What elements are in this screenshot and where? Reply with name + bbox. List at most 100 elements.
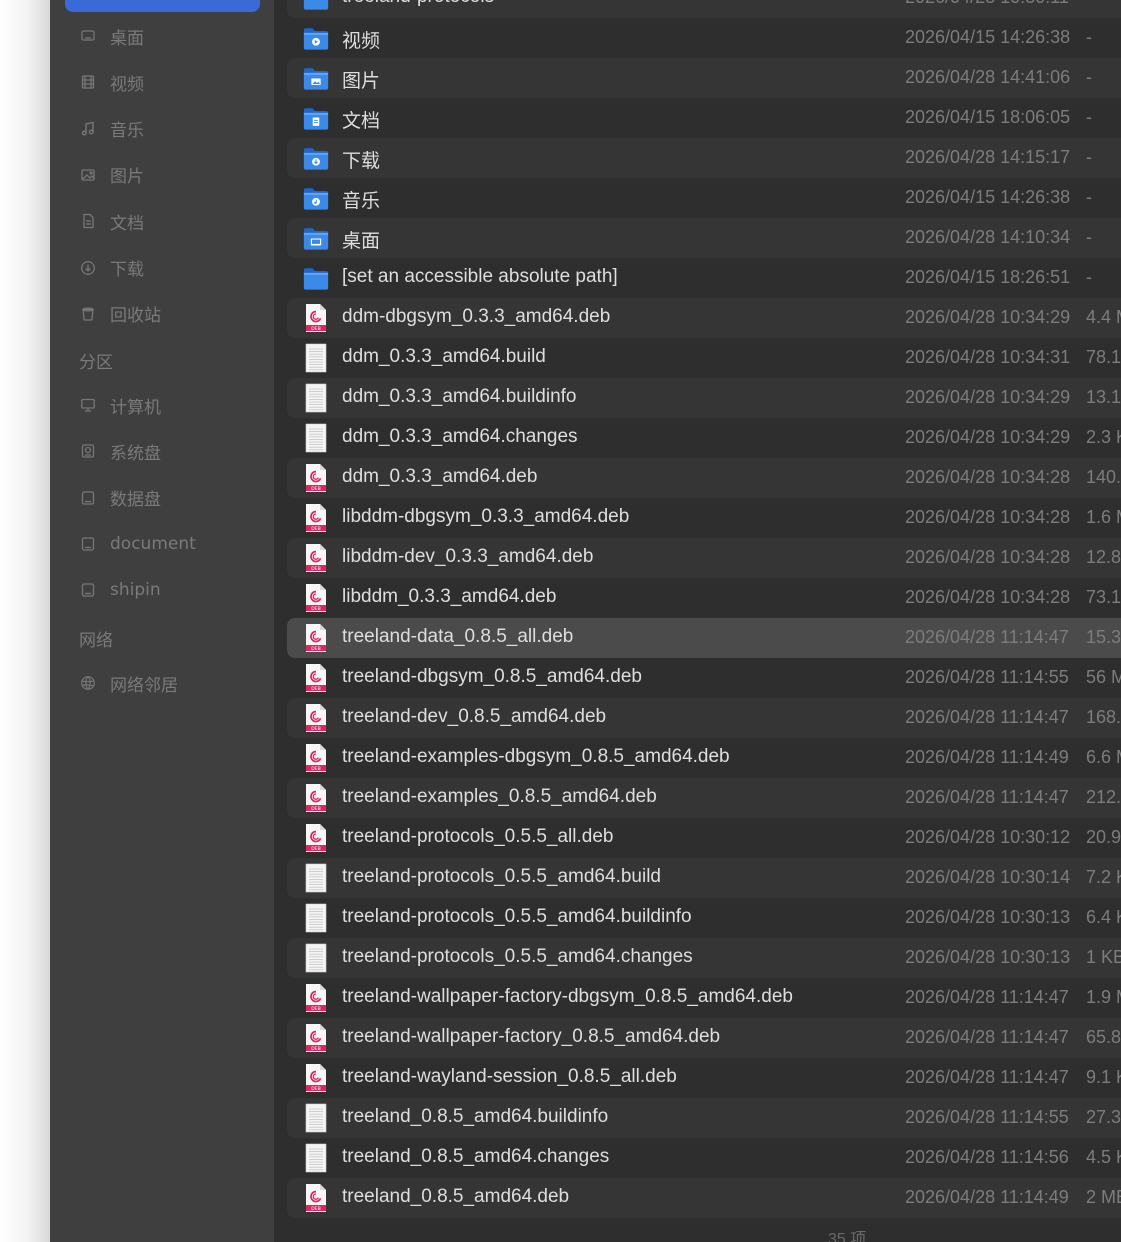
sidebar-item-label: 回收站 [110, 306, 161, 327]
sidebar-item-document[interactable]: 文档 [79, 205, 259, 237]
file-name: treeland-protocols_0.5.5_amd64.buildinfo [342, 906, 692, 927]
deb-package-icon: DEB [301, 302, 331, 334]
file-name: 文档 [342, 111, 381, 132]
file-modified-date: 2026/04/15 18:26:51 [905, 267, 1071, 287]
file-name: 视频 [342, 31, 381, 52]
file-name: treeland-dev_0.8.5_amd64.deb [342, 706, 607, 727]
file-row[interactable]: DEB treeland-data_0.8.5_all.deb 2026/04/28… [287, 618, 1121, 658]
file-row[interactable]: DEB treeland-wallpaper-factory_0.8.5_amd6… [287, 1018, 1121, 1058]
file-modified-date: 2026/04/28 11:14:56 [905, 1147, 1069, 1167]
sidebar-item-system-disk[interactable]: 系统盘 [79, 435, 259, 467]
text-file-icon [301, 342, 331, 374]
deb-package-icon: DEB [301, 542, 331, 574]
file-row[interactable]: DEB treeland-dbgsym_0.8.5_amd64.deb 2026/0… [287, 658, 1121, 698]
file-row[interactable]: ddm_0.3.3_amd64.build 2026/04/28 10:34:31… [287, 338, 1121, 378]
file-name: libddm-dbgsym_0.3.3_amd64.deb [342, 506, 630, 527]
file-name: treeland-dbgsym_0.8.5_amd64.deb [342, 666, 642, 687]
file-row[interactable]: 桌面 2026/04/28 14:10:34- [287, 218, 1121, 258]
file-row[interactable]: 下载 2026/04/28 14:15:17- [287, 138, 1121, 178]
status-item-count: 35 项 [828, 1231, 867, 1242]
file-name: treeland-data_0.8.5_all.deb [342, 626, 574, 647]
file-size: 65.8 [1086, 1027, 1121, 1047]
file-size: 2 MB [1086, 1187, 1121, 1207]
svg-text:DEB: DEB [311, 646, 321, 652]
file-size: 1.6 M [1086, 507, 1121, 527]
file-name: ddm_0.3.3_amd64.buildinfo [342, 386, 577, 407]
file-row[interactable]: DEB ddm_0.3.3_amd64.deb 2026/04/28 10:34:2… [287, 458, 1121, 498]
sidebar-item-label: 图片 [110, 167, 144, 188]
file-row[interactable]: 文档 2026/04/15 18:06:05- [287, 98, 1121, 138]
sidebar-item-disk[interactable]: 数据盘 [79, 482, 259, 514]
file-modified-date: 2026/04/28 11:14:49 [905, 747, 1069, 767]
file-row[interactable]: 视频 2026/04/15 14:26:38- [287, 18, 1121, 58]
music-icon [79, 120, 97, 138]
sidebar-selected-item[interactable] [65, 0, 260, 12]
file-modified-date: 2026/04/28 10:34:31 [905, 347, 1071, 367]
file-row[interactable]: 图片 2026/04/28 14:41:06- [287, 58, 1121, 98]
file-row[interactable]: 音乐 2026/04/15 14:26:38- [287, 178, 1121, 218]
file-row[interactable]: DEB treeland-examples-dbgsym_0.8.5_amd64.… [287, 738, 1121, 778]
file-row[interactable]: DEB treeland-dev_0.8.5_amd64.deb 2026/04/2… [287, 698, 1121, 738]
file-name: 下载 [342, 151, 381, 172]
file-modified-date: 2026/04/28 11:14:47 [905, 627, 1069, 647]
file-name: treeland-examples-dbgsym_0.8.5_amd64.deb [342, 746, 730, 767]
sidebar-item-label: 下载 [110, 260, 144, 280]
sidebar-item-picture[interactable]: 图片 [79, 159, 259, 191]
file-size: 212. [1086, 787, 1121, 807]
file-size: 27.3 [1086, 1107, 1121, 1127]
file-name: 图片 [342, 71, 381, 92]
file-modified-date: 2026/04/28 11:14:47 [905, 1027, 1069, 1047]
sidebar-item-trash[interactable]: 回收站 [79, 298, 259, 330]
file-row[interactable]: DEB treeland-examples_0.8.5_amd64.deb 2026… [287, 778, 1121, 818]
file-modified-date: 2026/04/28 10:34:28 [905, 467, 1071, 487]
file-modified-date: 2026/04/28 11:14:47 [905, 787, 1069, 807]
file-row[interactable]: treeland-protocols 2026/04/28 10:30:11 - [287, 0, 1121, 18]
file-name: treeland-protocols_0.5.5_amd64.changes [342, 946, 693, 967]
sidebar-item-download[interactable]: 下载 [79, 252, 259, 284]
sidebar-item-video[interactable]: 视频 [79, 66, 259, 98]
file-modified-date: 2026/04/28 11:14:55 [905, 667, 1069, 687]
sidebar-item-disk[interactable]: document [79, 528, 259, 560]
deb-package-icon: DEB [301, 742, 331, 774]
file-row[interactable]: DEB treeland-wayland-session_0.8.5_all.de… [287, 1058, 1121, 1098]
sidebar-item-computer[interactable]: 计算机 [79, 389, 259, 421]
file-row[interactable]: treeland_0.8.5_amd64.changes 2026/04/28 1… [287, 1138, 1121, 1178]
file-row[interactable]: treeland_0.8.5_amd64.buildinfo 2026/04/28… [287, 1098, 1121, 1138]
file-modified-date: 2026/04/28 10:34:29 [905, 307, 1071, 327]
file-row[interactable]: treeland-protocols_0.5.5_amd64.build 2026… [287, 858, 1121, 898]
text-file-icon [301, 382, 331, 414]
sidebar-item-label: 网络邻居 [110, 675, 178, 696]
file-row[interactable]: DEB libddm_0.3.3_amd64.deb 2026/04/28 10:3… [287, 578, 1121, 618]
file-row[interactable]: ddm_0.3.3_amd64.changes 2026/04/28 10:34:… [287, 418, 1121, 458]
file-name: treeland_0.8.5_amd64.buildinfo [342, 1106, 609, 1127]
file-name: [set an accessible absolute path] [342, 266, 618, 287]
svg-text:DEB: DEB [311, 606, 321, 612]
deb-package-icon: DEB [301, 702, 331, 734]
deb-package-icon: DEB [301, 982, 331, 1014]
file-name: treeland-protocols [342, 0, 494, 8]
sidebar-item-music[interactable]: 音乐 [79, 113, 259, 145]
file-size: 1.9 M [1086, 987, 1121, 1007]
text-file-icon [301, 862, 331, 894]
file-row[interactable]: DEB treeland_0.8.5_amd64.deb 2026/04/28 11… [287, 1178, 1121, 1218]
sidebar-item-desktop[interactable]: 桌面 [79, 20, 259, 52]
file-name: libddm-dev_0.3.3_amd64.deb [342, 546, 594, 567]
deb-package-icon: DEB [301, 1182, 331, 1214]
file-row[interactable]: DEB libddm-dev_0.3.3_amd64.deb 2026/04/28 … [287, 538, 1121, 578]
file-row[interactable]: ddm_0.3.3_amd64.buildinfo 2026/04/28 10:3… [287, 378, 1121, 418]
file-row[interactable]: DEB treeland-wallpaper-factory-dbgsym_0.8… [287, 978, 1121, 1018]
sidebar-item-label: 视频 [110, 74, 144, 95]
file-row[interactable]: treeland-protocols_0.5.5_amd64.buildinfo… [287, 898, 1121, 938]
file-size: 1 KB [1086, 947, 1121, 967]
file-row[interactable]: treeland-protocols_0.5.5_amd64.changes 20… [287, 938, 1121, 978]
file-row[interactable]: DEB ddm-dbgsym_0.3.3_amd64.deb 2026/04/28 … [287, 298, 1121, 338]
picture-icon [79, 166, 97, 184]
file-row[interactable]: [set an accessible absolute path] 2026/04… [287, 258, 1121, 298]
file-row[interactable]: DEB treeland-protocols_0.5.5_all.deb 2026/… [287, 818, 1121, 858]
deb-package-icon: DEB [301, 1022, 331, 1054]
file-row[interactable]: DEB libddm-dbgsym_0.3.3_amd64.deb 2026/04/… [287, 498, 1121, 538]
file-name: treeland-protocols_0.5.5_amd64.build [342, 866, 661, 887]
sidebar-item-disk[interactable]: shipin [79, 574, 259, 606]
folder-icon [301, 62, 331, 94]
sidebar-item-network[interactable]: 网络邻居 [79, 667, 259, 699]
